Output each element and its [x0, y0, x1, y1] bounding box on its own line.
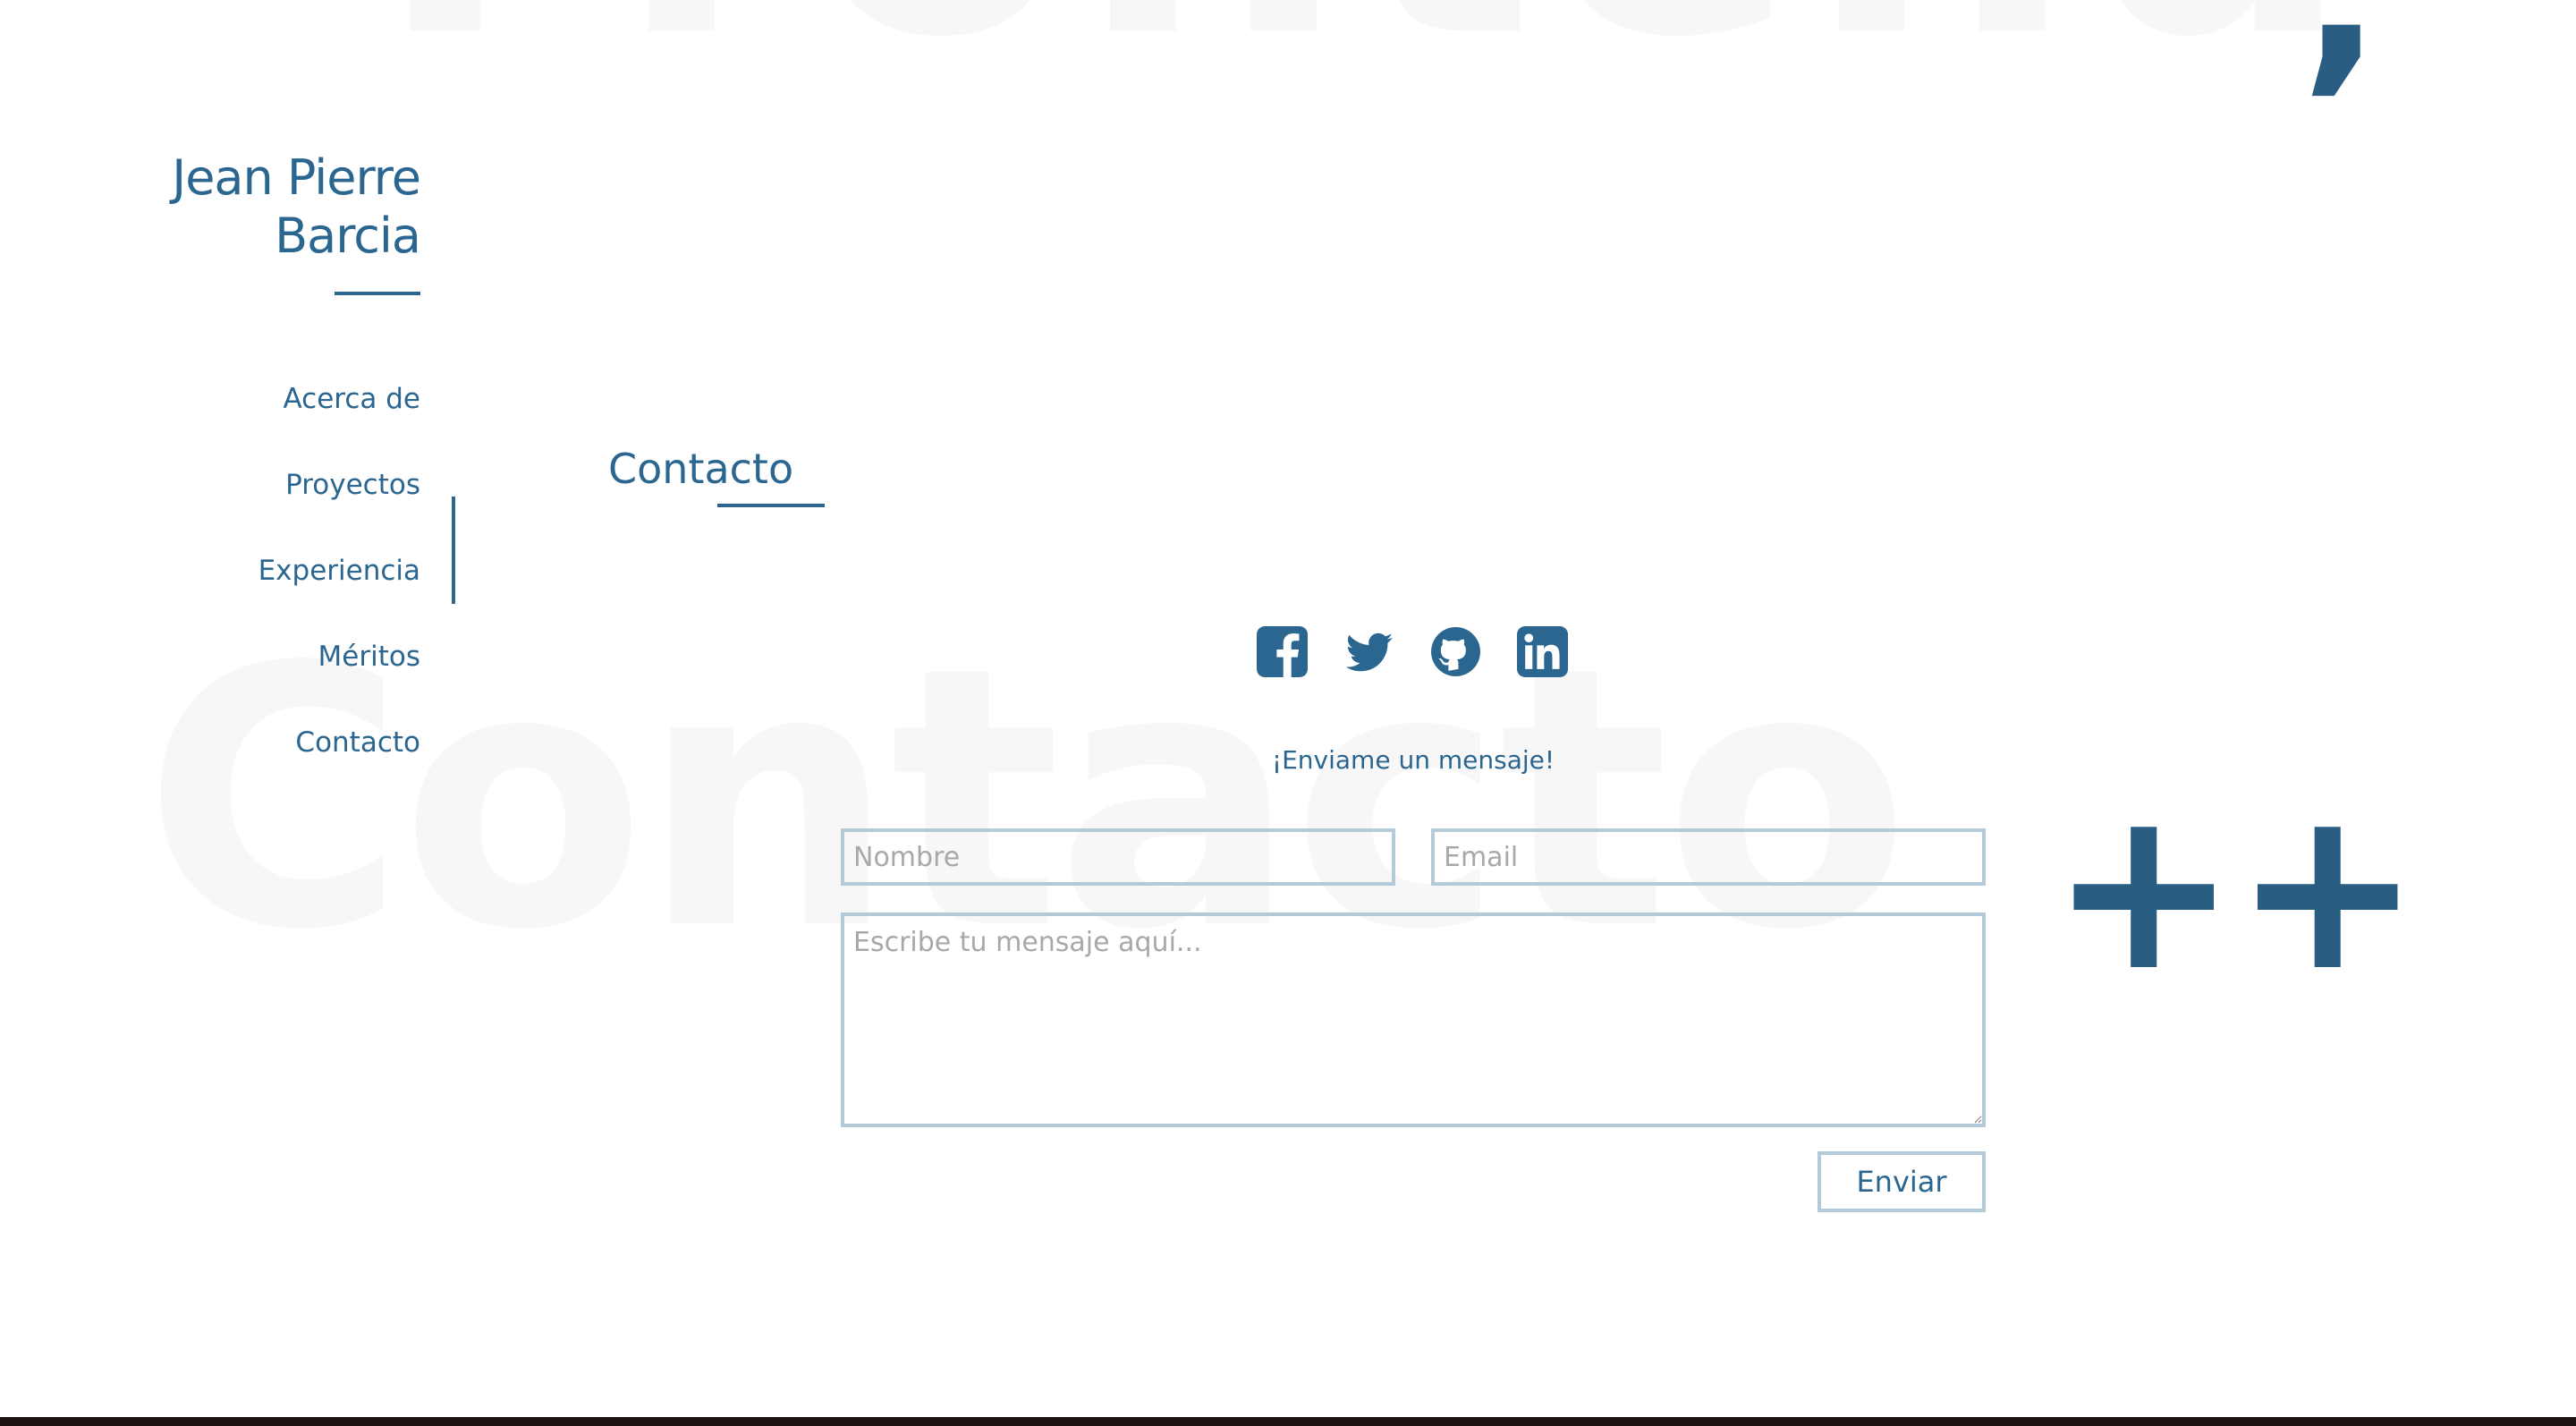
send-button[interactable]: Enviar: [1818, 1151, 1986, 1212]
github-icon[interactable]: [1430, 626, 1481, 677]
brand-second-line: Barcia: [275, 208, 421, 264]
nav-item-acerca-de[interactable]: Acerca de: [89, 376, 421, 462]
window-bottom-edge: [0, 1417, 2576, 1426]
linkedin-icon[interactable]: [1517, 626, 1568, 677]
contact-intro-text: ¡Enviame un mensaje!: [1271, 745, 1555, 775]
comma-decoration: ,: [2301, 0, 2382, 98]
nav-item-meritos[interactable]: Méritos: [89, 633, 420, 719]
brand-first-line: Jean Pierre: [172, 149, 421, 206]
message-textarea[interactable]: [841, 912, 1986, 1127]
nav-active-indicator: [452, 497, 455, 604]
watermark-top-word: Frontend: [376, 0, 2361, 89]
site-brand[interactable]: Jean Pierre Barcia: [89, 149, 421, 265]
facebook-icon[interactable]: [1257, 626, 1308, 677]
nav-item-proyectos[interactable]: Proyectos: [89, 462, 420, 547]
page: Frontend Contacto , ++ Jean Pierre Barci…: [0, 0, 2576, 1426]
nav-item-experiencia[interactable]: Experiencia: [89, 547, 420, 633]
section-title-underline: [717, 504, 825, 507]
brand-underline: [335, 292, 420, 295]
plusplus-decoration: ++: [2050, 760, 2421, 1020]
nav-item-contacto[interactable]: Contacto: [89, 719, 420, 805]
section-title: Contacto: [608, 445, 794, 493]
social-links: [1257, 626, 1568, 677]
sidebar-nav: Acerca de Proyectos Experiencia Méritos …: [89, 376, 420, 805]
twitter-icon[interactable]: [1343, 626, 1394, 677]
name-field[interactable]: [841, 828, 1395, 886]
email-field[interactable]: [1431, 828, 1986, 886]
